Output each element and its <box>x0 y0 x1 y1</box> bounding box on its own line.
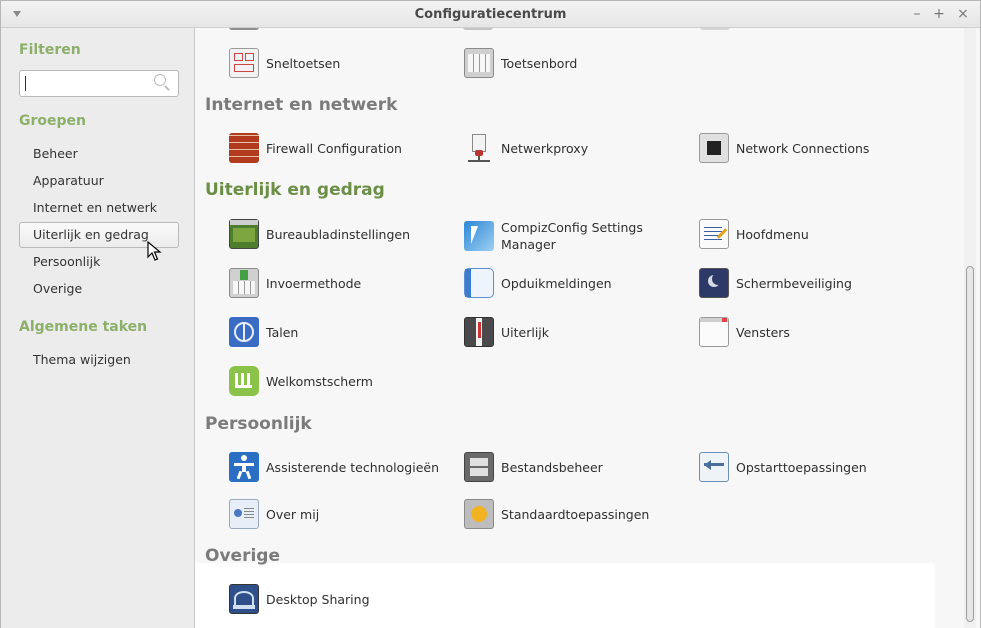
search-input[interactable] <box>19 70 179 97</box>
vertical-scrollbar[interactable] <box>964 28 976 628</box>
default-apps-icon <box>464 499 494 529</box>
item-network-connections[interactable]: Network Connections <box>699 133 869 163</box>
compiz-icon <box>464 221 494 251</box>
item-label: Toetsenbord <box>501 55 578 71</box>
item-label: Sneltoetsen <box>266 55 341 71</box>
main-menu-icon <box>699 219 729 249</box>
sidebar: Filteren Groepen Beheer Apparatuur Inter… <box>1 28 194 628</box>
item-label: Bureaubladinstellingen <box>266 226 411 242</box>
item-label: Welkomstscherm <box>266 373 373 389</box>
sidebar-item-apparatuur[interactable]: Apparatuur <box>19 168 179 194</box>
item-uiterlijk[interactable]: Uiterlijk <box>464 317 549 347</box>
item-standaard[interactable]: Standaardtoepassingen <box>464 499 649 529</box>
window-title: Configuratiecentrum <box>414 7 567 22</box>
content-pane: Sneltoetsen Toetsenbord Internet en netw… <box>194 28 980 628</box>
item-label: Talen <box>266 324 299 340</box>
item-label: Assisterende technologieën <box>266 459 440 475</box>
close-button[interactable]: × <box>954 5 972 23</box>
input-method-icon <box>229 268 259 298</box>
item-label: Standaardtoepassingen <box>501 506 650 522</box>
accessibility-icon <box>229 452 259 482</box>
item-label: Desktop Sharing <box>266 591 370 607</box>
desktop-sharing-icon <box>229 584 259 614</box>
minimize-button[interactable]: – <box>908 5 926 23</box>
title-bar[interactable]: Configuratiecentrum – + × <box>1 1 980 28</box>
item-compiz[interactable]: CompizConfig Settings Manager <box>464 219 651 253</box>
appearance-icon <box>464 317 494 347</box>
groups-heading: Groepen <box>19 113 86 129</box>
item-label: Hoofdmenu <box>736 226 809 242</box>
keyboard-icon <box>464 48 494 78</box>
section-heading-internet: Internet en netwerk <box>205 95 398 115</box>
item-schermbeveiliging[interactable]: Schermbeveiliging <box>699 268 852 298</box>
item-label: Netwerkproxy <box>501 140 589 156</box>
sidebar-item-internet[interactable]: Internet en netwerk <box>19 195 179 221</box>
mouse-pointer-icon <box>147 241 162 261</box>
sidebar-item-beheer[interactable]: Beheer <box>19 141 179 167</box>
item-label: Opstarttoepassingen <box>736 459 867 475</box>
languages-icon <box>229 317 259 347</box>
section-heading-uiterlijk: Uiterlijk en gedrag <box>205 180 385 200</box>
about-me-icon <box>229 499 259 529</box>
item-label: Firewall Configuration <box>266 140 402 156</box>
screensaver-icon <box>699 268 729 298</box>
welcome-screen-icon <box>229 366 259 396</box>
partial-icon <box>700 28 730 30</box>
scrollbar-thumb[interactable] <box>966 266 974 622</box>
windows-icon <box>699 317 729 347</box>
item-label: Uiterlijk <box>501 324 550 340</box>
item-over-mij[interactable]: Over mij <box>229 499 319 529</box>
item-label: Over mij <box>266 506 320 522</box>
keyboard-shortcuts-icon <box>229 48 259 78</box>
maximize-button[interactable]: + <box>930 5 948 23</box>
sidebar-task-theme[interactable]: Thema wijzigen <box>19 347 179 373</box>
partial-icon <box>229 28 259 30</box>
sidebar-item-overige[interactable]: Overige <box>19 276 179 302</box>
desktop-settings-icon <box>229 219 259 249</box>
settings-window: Configuratiecentrum – + × Filteren Groep… <box>0 0 981 628</box>
item-bestandsbeheer[interactable]: Bestandsbeheer <box>464 452 603 482</box>
item-opstart[interactable]: Opstarttoepassingen <box>699 452 867 482</box>
section-heading-overige: Overige <box>205 546 280 566</box>
item-bureaublad[interactable]: Bureaubladinstellingen <box>229 219 410 249</box>
firewall-icon <box>229 133 259 163</box>
network-connections-icon <box>699 133 729 163</box>
section-heading-persoonlijk: Persoonlijk <box>205 414 312 434</box>
item-talen[interactable]: Talen <box>229 317 298 347</box>
item-label: Bestandsbeheer <box>501 459 603 475</box>
item-label: Schermbeveiliging <box>736 275 852 291</box>
item-hoofdmenu[interactable]: Hoofdmenu <box>699 219 809 249</box>
item-invoermethode[interactable]: Invoermethode <box>229 268 361 298</box>
item-vensters[interactable]: Vensters <box>699 317 790 347</box>
item-label: Opduikmeldingen <box>501 275 612 291</box>
item-label: Invoermethode <box>266 275 362 291</box>
item-assisterend[interactable]: Assisterende technologieën <box>229 452 439 482</box>
file-manager-icon <box>464 452 494 482</box>
item-label: Network Connections <box>736 140 870 156</box>
item-label: CompizConfig Settings Manager <box>501 220 643 252</box>
item-netwerkproxy[interactable]: Netwerkproxy <box>464 133 588 163</box>
item-opduikmeldingen[interactable]: Opduikmeldingen <box>464 268 612 298</box>
network-proxy-icon <box>464 133 494 163</box>
item-welkomstscherm[interactable]: Welkomstscherm <box>229 366 373 396</box>
partial-icon <box>463 28 493 30</box>
filter-heading: Filteren <box>19 42 81 58</box>
item-firewall[interactable]: Firewall Configuration <box>229 133 402 163</box>
item-toetsenbord[interactable]: Toetsenbord <box>464 48 577 78</box>
item-desktop-sharing[interactable]: Desktop Sharing <box>229 584 370 614</box>
startup-apps-icon <box>699 452 729 482</box>
item-sneltoetsen[interactable]: Sneltoetsen <box>229 48 340 78</box>
tasks-heading: Algemene taken <box>19 319 148 335</box>
item-label: Vensters <box>736 324 790 340</box>
search-icon <box>154 74 166 86</box>
notifications-icon <box>464 268 494 298</box>
text-caret <box>25 76 26 91</box>
